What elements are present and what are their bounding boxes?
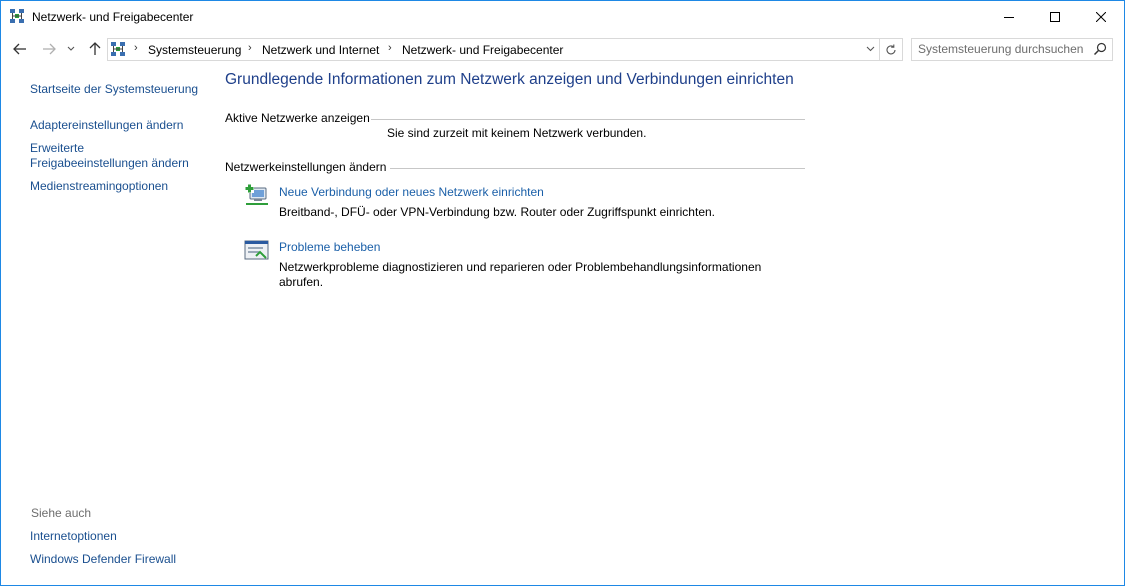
sidebar-item-label: Erweiterte [30, 141, 85, 155]
chevron-right-icon[interactable]: › [134, 42, 138, 54]
maximize-button[interactable] [1032, 1, 1078, 32]
refresh-icon [886, 44, 896, 54]
maximize-icon [1050, 11, 1060, 22]
sidebar-home-link[interactable]: Startseite der Systemsteuerung [30, 82, 198, 97]
breadcrumb-netzwerk-und-internet[interactable]: Netzwerk und Internet [262, 43, 379, 57]
see-also-firewall[interactable]: Windows Defender Firewall [30, 552, 176, 567]
troubleshoot-description: Netzwerkprobleme diagnostizieren und rep… [279, 260, 779, 290]
address-bar[interactable]: › Systemsteuerung › Netzwerk und Interne… [107, 38, 903, 61]
new-connection-description: Breitband-, DFÜ- oder VPN-Verbindung bzw… [279, 205, 715, 219]
minimize-button[interactable] [986, 1, 1032, 32]
sidebar-item-media-streaming[interactable]: Medienstreamingoptionen [30, 179, 168, 194]
network-sharing-icon [10, 9, 24, 23]
title-bar: Netzwerk- und Freigabecenter [1, 1, 1124, 32]
sidebar-item-label: Freigabeeinstellungen ändern [30, 156, 189, 170]
chevron-right-icon[interactable]: › [248, 42, 252, 54]
troubleshoot-description-line: Netzwerkprobleme diagnostizieren und rep… [279, 260, 762, 274]
search-box[interactable] [911, 38, 1113, 61]
chevron-right-icon[interactable]: › [388, 42, 392, 54]
address-history-button[interactable] [862, 40, 878, 58]
new-connection-icon [244, 183, 270, 207]
section-divider [390, 168, 805, 169]
see-also-internet-options[interactable]: Internetoptionen [30, 529, 117, 544]
close-icon [1096, 11, 1106, 22]
active-networks-label: Aktive Netzwerke anzeigen [225, 111, 370, 125]
see-also-label: Siehe auch [31, 506, 92, 520]
close-button[interactable] [1078, 1, 1124, 32]
chevron-down-icon [67, 46, 75, 51]
window: Netzwerk- und Freigabecenter › Systemste… [0, 0, 1125, 586]
back-button[interactable] [11, 40, 29, 58]
forward-arrow-icon [43, 43, 56, 55]
breadcrumb-systemsteuerung[interactable]: Systemsteuerung [148, 43, 241, 57]
forward-button[interactable] [40, 40, 58, 58]
back-arrow-icon [13, 43, 26, 55]
sidebar-item-advanced-sharing[interactable]: Erweiterte Freigabeeinstellungen ändern [30, 141, 189, 171]
navigation-bar: › Systemsteuerung › Netzwerk und Interne… [1, 34, 1124, 64]
no-network-text: Sie sind zurzeit mit keinem Netzwerk ver… [387, 126, 647, 140]
search-icon[interactable] [1093, 42, 1107, 56]
up-arrow-icon [89, 42, 101, 55]
sidebar-item-adapter-settings[interactable]: Adaptereinstellungen ändern [30, 118, 183, 133]
recent-locations-button[interactable] [65, 40, 77, 58]
up-button[interactable] [86, 40, 104, 58]
breadcrumb-netzwerk-und-freigabecenter[interactable]: Netzwerk- und Freigabecenter [402, 43, 563, 57]
chevron-down-icon [866, 46, 874, 52]
refresh-button[interactable] [879, 39, 902, 60]
troubleshoot-link[interactable]: Probleme beheben [279, 240, 380, 254]
network-sharing-icon [111, 42, 125, 56]
change-settings-label: Netzwerkeinstellungen ändern [225, 160, 387, 174]
page-title: Grundlegende Informationen zum Netzwerk … [225, 71, 794, 88]
troubleshoot-description-line: abrufen. [279, 275, 324, 289]
new-connection-link[interactable]: Neue Verbindung oder neues Netzwerk einr… [279, 185, 544, 199]
minimize-icon [1004, 16, 1014, 18]
section-divider [371, 119, 805, 120]
window-title: Netzwerk- und Freigabecenter [32, 10, 194, 24]
search-input[interactable] [918, 41, 1088, 57]
troubleshoot-icon [244, 239, 270, 263]
